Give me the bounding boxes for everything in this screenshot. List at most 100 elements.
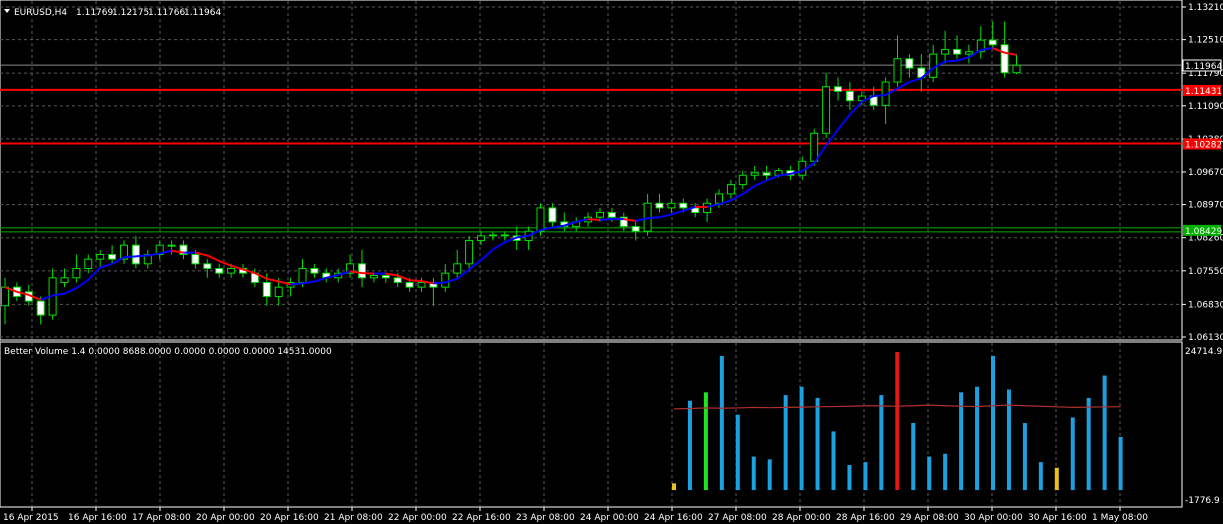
- volume-bar: [703, 392, 708, 491]
- volume-bar: [751, 456, 756, 491]
- ohlc-open: 1.11769: [76, 8, 113, 18]
- candle-bear: [655, 202, 664, 209]
- ma-segment: [873, 94, 886, 98]
- ohlc-high: 1.12175: [112, 8, 149, 18]
- candle-bear: [108, 254, 117, 260]
- price-tick-label: 1.12510: [1188, 36, 1223, 46]
- candle-bear: [845, 90, 854, 102]
- candle-bull: [417, 281, 426, 288]
- candle-bull: [536, 207, 545, 232]
- volume-bar: [1102, 375, 1107, 491]
- volume-bar: [927, 456, 932, 491]
- volume-bar: [1086, 397, 1091, 491]
- time-tick-label: 24 Apr 16:00: [644, 513, 703, 523]
- volume-max-label: 24714.9: [1185, 347, 1222, 357]
- candle-bull: [1, 286, 9, 307]
- candle-bull: [96, 254, 105, 260]
- volume-bar: [783, 395, 788, 491]
- time-tick-label: 27 Apr 08:00: [708, 513, 767, 523]
- price-line-tag-label: 1.11431: [1185, 87, 1222, 97]
- ma-segment: [135, 254, 148, 258]
- volume-bar: [1054, 467, 1059, 491]
- time-tick-label: 20 Apr 16:00: [260, 513, 319, 523]
- candle-bull: [667, 202, 676, 209]
- price-tick-label: 1.08970: [1188, 201, 1223, 211]
- candle-bull: [1012, 64, 1021, 74]
- volume-bar: [975, 386, 980, 491]
- candle-bull: [738, 174, 747, 186]
- candle-bull: [298, 267, 307, 283]
- ohlc-close: 1.11964: [184, 8, 221, 18]
- time-tick-label: 16 Apr 16:00: [68, 513, 127, 523]
- candle-bear: [607, 212, 616, 218]
- candle-bull: [84, 258, 93, 269]
- candle-bear: [988, 39, 997, 46]
- candle-bull: [941, 48, 950, 55]
- candle-bull: [60, 277, 69, 283]
- time-tick-label: 20 Apr 00:00: [196, 513, 255, 523]
- time-tick-label: 22 Apr 16:00: [452, 513, 511, 523]
- volume-bar: [672, 483, 676, 491]
- time-tick-label: 29 Apr 08:00: [900, 513, 959, 523]
- time-tick-label: 16 Apr 2015: [3, 513, 59, 523]
- candle-bull: [477, 235, 485, 242]
- ma-segment: [290, 282, 303, 286]
- candle-bear: [762, 172, 771, 176]
- volume-bar: [959, 392, 964, 491]
- candle-bull: [72, 267, 81, 279]
- volume-bar: [847, 464, 852, 491]
- candle-bull: [453, 263, 462, 274]
- candle-bull: [750, 172, 759, 176]
- candle-bull: [441, 272, 450, 288]
- time-tick-label: 23 Apr 08:00: [516, 513, 575, 523]
- volume-bar: [767, 459, 772, 491]
- candle-bear: [393, 277, 402, 283]
- time-tick-label: 17 Apr 08:00: [132, 513, 191, 523]
- volume-indicator-header: Better Volume 1.4 0.0000 8688.0000 0.000…: [4, 347, 332, 357]
- price-axis: 1.132101.125101.117901.110901.103801.096…: [1182, 3, 1223, 343]
- volume-bar: [815, 397, 820, 491]
- volume-bar: [1070, 417, 1075, 491]
- candle-bear: [1000, 44, 1009, 74]
- volume-bar: [1038, 462, 1043, 491]
- candle-bear: [191, 254, 200, 265]
- volume-bar: [687, 400, 692, 491]
- time-tick-label: 28 Apr 00:00: [772, 513, 831, 523]
- candle-bear: [834, 86, 842, 92]
- candle-bear: [631, 226, 640, 232]
- time-tick-label: 30 Apr 16:00: [1028, 513, 1087, 523]
- chart-root: 1.132101.125101.117901.110901.103801.096…: [0, 0, 1223, 523]
- time-tick-label: 24 Apr 00:00: [580, 513, 639, 523]
- ma-segment: [599, 218, 612, 222]
- ma-segment: [433, 281, 446, 285]
- candle-bull: [274, 286, 283, 297]
- volume-panel: [0, 341, 1183, 508]
- volume-bar: [991, 355, 995, 491]
- price-tick-label: 1.06130: [1188, 333, 1223, 343]
- candle-bull: [810, 132, 819, 162]
- volume-bar: [911, 423, 916, 491]
- ma-segment: [123, 255, 136, 259]
- time-tick-label: 1 May 08:00: [1092, 513, 1148, 523]
- candle-bear: [310, 267, 319, 274]
- volume-bar: [735, 414, 740, 491]
- ma-segment: [647, 216, 660, 220]
- price-tick-label: 1.13210: [1188, 3, 1223, 13]
- time-tick-label: 22 Apr 00:00: [388, 513, 447, 523]
- candle-bear: [215, 267, 224, 274]
- volume-bar: [863, 462, 868, 491]
- candle-bear: [203, 263, 212, 269]
- ma-segment: [945, 59, 958, 63]
- volume-bar: [879, 395, 884, 491]
- price-line-tag-label: 1.10282: [1185, 140, 1222, 150]
- candle-bull: [488, 234, 497, 237]
- candle-bull: [726, 184, 735, 195]
- volume-bar: [895, 352, 900, 491]
- candle-bull: [369, 274, 378, 279]
- candle-bear: [405, 281, 414, 288]
- volume-bar: [831, 431, 836, 491]
- candle-bull: [715, 193, 723, 204]
- volume-bar: [1118, 437, 1123, 491]
- price-tick-label: 1.06830: [1188, 300, 1223, 310]
- candle-bull: [596, 212, 604, 218]
